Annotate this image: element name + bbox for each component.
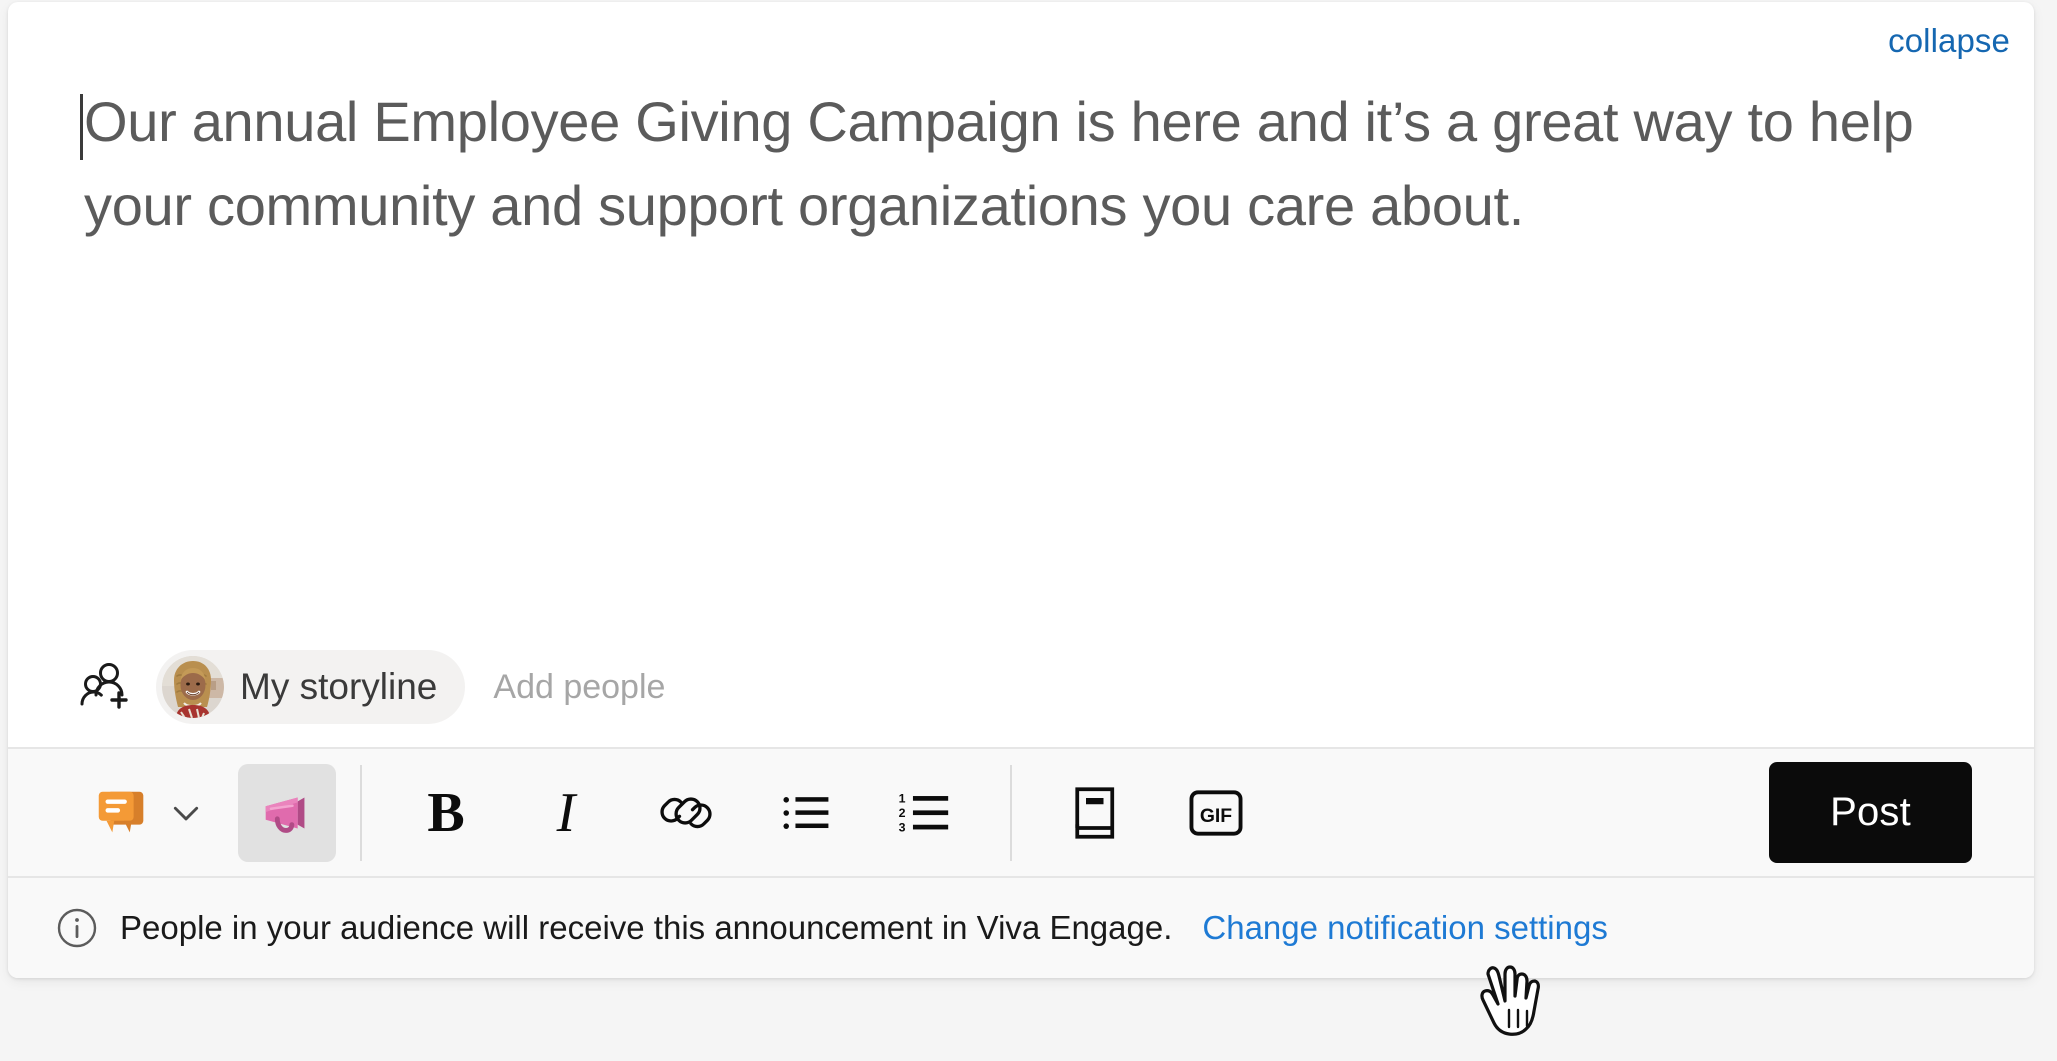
svg-text:1: 1 (899, 791, 906, 805)
discussion-icon[interactable] (86, 777, 158, 849)
post-button[interactable]: Post (1769, 762, 1972, 863)
collapse-link[interactable]: collapse (1888, 24, 2010, 57)
praise-button[interactable] (1060, 777, 1132, 849)
composer-header: collapse (8, 2, 2034, 80)
book-icon (1075, 786, 1115, 839)
bold-icon: B (427, 781, 465, 844)
svg-text:3: 3 (899, 820, 906, 834)
message-editor[interactable]: Our annual Employee Giving Campaign is h… (8, 80, 2034, 627)
megaphone-icon[interactable] (238, 763, 336, 862)
notification-bar: People in your audience will receive thi… (8, 878, 2034, 978)
italic-button[interactable]: I (530, 777, 602, 849)
toolbar-divider-2 (1010, 764, 1012, 861)
link-button[interactable] (650, 777, 722, 849)
info-circle-icon (56, 907, 98, 949)
italic-icon: I (556, 781, 576, 844)
chevron-down-icon[interactable] (158, 785, 214, 841)
text-caret (80, 94, 83, 160)
notification-text: People in your audience will receive thi… (120, 909, 1173, 946)
link-icon (660, 796, 712, 828)
avatar (162, 656, 224, 718)
bold-button[interactable]: B (410, 777, 482, 849)
editor-text-wrap: Our annual Employee Giving Campaign is h… (80, 80, 1974, 248)
audience-chip-my-storyline[interactable]: My storyline (156, 650, 466, 724)
bulleted-list-icon (783, 796, 829, 829)
gif-button[interactable]: GIF (1180, 777, 1252, 849)
svg-text:2: 2 (899, 805, 906, 819)
add-people-input-placeholder[interactable]: Add people (493, 668, 665, 707)
screen-root: collapse Our annual Employee Giving Camp… (0, 0, 2057, 1061)
gif-icon: GIF (1189, 789, 1243, 836)
change-notification-settings-link[interactable]: Change notification settings (1202, 909, 1607, 947)
message-text[interactable]: Our annual Employee Giving Campaign is h… (84, 80, 1914, 248)
audience-row: My storyline Add people (8, 627, 2034, 747)
composer-card: collapse Our annual Employee Giving Camp… (8, 2, 2034, 978)
numbered-list-icon: 1 2 3 (899, 791, 949, 834)
audience-chip-label: My storyline (240, 666, 438, 707)
toolbar-divider (360, 764, 362, 861)
bulleted-list-button[interactable] (770, 777, 842, 849)
composer-toolbar: B I 1 2 3 GIF Post (8, 747, 2034, 878)
numbered-list-button[interactable]: 1 2 3 (890, 777, 962, 849)
add-people-icon[interactable] (76, 659, 132, 715)
svg-text:GIF: GIF (1200, 805, 1232, 827)
